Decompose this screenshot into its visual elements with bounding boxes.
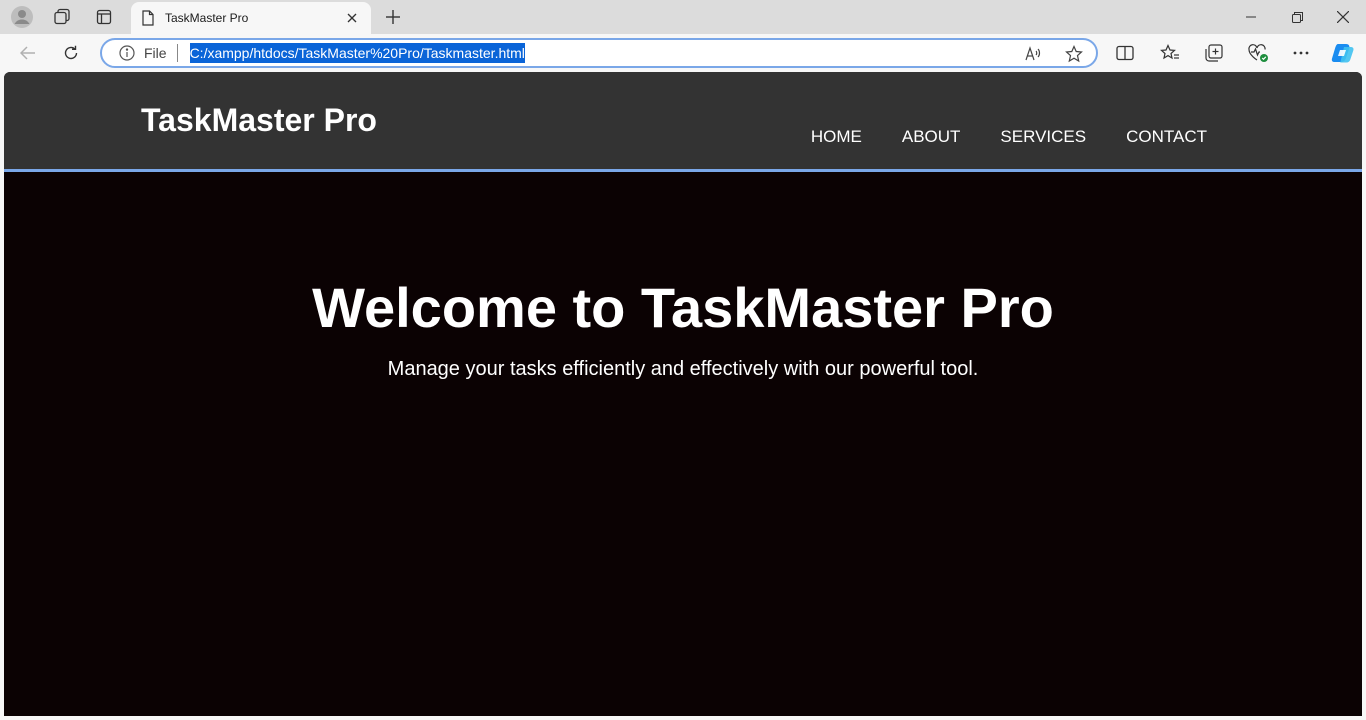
nav-link-about[interactable]: ABOUT	[902, 127, 961, 147]
page-icon	[142, 10, 154, 26]
workspaces-icon	[54, 8, 70, 25]
hero-subtitle: Manage your tasks efficiently and effect…	[387, 358, 979, 380]
site-header: TaskMaster Pro HOME ABOUT SERVICES CONTA…	[4, 72, 1362, 172]
favorites-icon	[1160, 44, 1179, 60]
copilot-icon	[1331, 44, 1354, 63]
minimize-icon	[1246, 16, 1256, 18]
tab-title: TaskMaster Pro	[165, 11, 249, 25]
url-text[interactable]: C:/xampp/htdocs/TaskMaster%20Pro/Taskmas…	[189, 43, 525, 63]
workspaces-button[interactable]	[48, 4, 76, 30]
restore-icon	[1291, 11, 1303, 23]
heart-pulse-icon	[1248, 44, 1268, 62]
refresh-button[interactable]	[56, 39, 86, 67]
tab-strip: TaskMaster Pro	[0, 0, 1366, 34]
address-divider	[176, 44, 178, 62]
new-tab-button[interactable]	[380, 5, 406, 29]
address-bar[interactable]: File C:/xampp/htdocs/TaskMaster%20Pro/Ta…	[100, 38, 1098, 68]
tab-actions-icon	[96, 9, 112, 25]
browser-tab-active[interactable]: TaskMaster Pro	[131, 2, 371, 34]
favorite-button[interactable]	[1062, 43, 1086, 65]
nav-link-services[interactable]: SERVICES	[1000, 127, 1086, 147]
close-icon	[347, 13, 357, 23]
close-tab-button[interactable]	[343, 9, 361, 27]
star-icon	[1065, 45, 1083, 63]
copilot-button[interactable]	[1328, 39, 1358, 67]
performance-button[interactable]	[1243, 39, 1273, 67]
scheme-label: File	[144, 45, 167, 61]
favorites-button[interactable]	[1155, 39, 1185, 67]
profile-icon	[11, 6, 33, 28]
profile-button[interactable]	[8, 4, 36, 30]
browser-toolbar: File C:/xampp/htdocs/TaskMaster%20Pro/Ta…	[0, 34, 1366, 72]
nav-link-contact[interactable]: CONTACT	[1126, 127, 1207, 147]
plus-icon	[386, 10, 400, 24]
back-arrow-icon	[20, 46, 35, 60]
close-window-button[interactable]	[1320, 0, 1366, 34]
collections-icon	[1205, 44, 1223, 62]
tab-actions-button[interactable]	[90, 4, 118, 30]
page-viewport: TaskMaster Pro HOME ABOUT SERVICES CONTA…	[4, 72, 1362, 716]
nav-link-home[interactable]: HOME	[811, 127, 862, 147]
close-icon	[1337, 11, 1349, 23]
site-logo[interactable]: TaskMaster Pro	[141, 102, 377, 139]
hero-title: Welcome to TaskMaster Pro	[312, 276, 1054, 339]
site-nav: HOME ABOUT SERVICES CONTACT	[811, 127, 1207, 147]
split-screen-icon	[1116, 45, 1134, 61]
more-icon	[1293, 51, 1309, 55]
restore-button[interactable]	[1274, 0, 1320, 34]
site-info-button[interactable]	[118, 44, 136, 62]
read-aloud-button[interactable]	[1022, 43, 1046, 65]
read-aloud-icon	[1025, 46, 1041, 61]
collections-button[interactable]	[1199, 39, 1229, 67]
info-icon	[119, 45, 135, 61]
more-button[interactable]	[1286, 39, 1316, 67]
refresh-icon	[64, 45, 78, 60]
minimize-button[interactable]	[1228, 0, 1274, 34]
split-screen-button[interactable]	[1110, 39, 1140, 67]
back-button[interactable]	[13, 39, 43, 67]
